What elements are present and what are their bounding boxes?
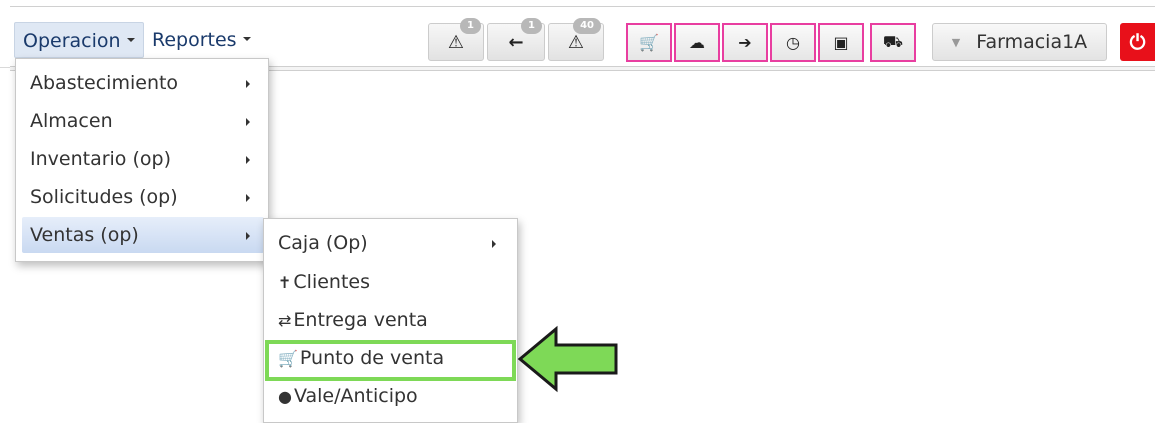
menu-item-label: Ventas (op) [30, 224, 139, 246]
nav-operacion-label: Operacion [23, 30, 121, 52]
safe-icon: ▣ [833, 33, 849, 52]
menu-item-inventario[interactable]: Inventario (op) [22, 141, 264, 177]
safe-button[interactable]: ▣ [818, 23, 864, 62]
highlight-box [265, 340, 516, 381]
clock-icon: ◷ [786, 33, 800, 52]
exchange-icon: ⇄ [278, 311, 292, 330]
menu-item-ventas[interactable]: Ventas (op) [22, 217, 264, 253]
chevron-right-icon [246, 232, 250, 240]
user-icon: ✝ [278, 273, 292, 292]
warning-icon: ⚠ [447, 31, 465, 53]
power-icon: ⏻ [1129, 30, 1146, 54]
menu-item-label: Solicitudes (op) [30, 186, 178, 208]
nav-reportes-label: Reportes [152, 29, 237, 51]
return-button[interactable]: ← 1 [487, 18, 545, 61]
submenu-item-caja[interactable]: Caja (Op) [270, 225, 510, 261]
chevron-right-icon [246, 194, 250, 202]
menu-item-label: Entrega venta [293, 309, 428, 331]
warning-count-badge: 40 [573, 18, 601, 34]
warning-icon: ⚠ [567, 31, 585, 53]
submenu-item-clientes[interactable]: ✝ Clientes [270, 264, 510, 300]
menu-item-solicitudes[interactable]: Solicitudes (op) [22, 179, 264, 215]
ventas-submenu: Caja (Op) ✝ Clientes ⇄ Entrega venta 🛒 Punt… [263, 218, 518, 423]
chevron-right-icon [246, 80, 250, 88]
car-icon: ⛟ [882, 32, 904, 51]
menu-item-label: Caja (Op) [278, 232, 368, 254]
chevron-right-icon [492, 240, 496, 248]
chevron-down-icon [126, 37, 135, 42]
cloud-upload-button[interactable]: ☁ [674, 23, 720, 62]
cart-button[interactable]: 🛒 [626, 23, 672, 62]
menu-item-label: Abastecimiento [30, 72, 179, 94]
operacion-menu: Abastecimiento Almacen Inventario (op) S… [15, 58, 269, 262]
chevron-right-icon [246, 156, 250, 164]
chevron-right-icon [246, 118, 250, 126]
submenu-item-vale-anticipo[interactable]: ● Vale/Anticipo [270, 378, 510, 414]
alert-button[interactable]: ⚠ 1 [428, 18, 484, 61]
cloud-upload-icon: ☁ [689, 33, 705, 52]
submenu-item-entrega-venta[interactable]: ⇄ Entrega venta [270, 302, 510, 338]
menu-item-label: Almacen [30, 110, 113, 132]
menu-item-almacen[interactable]: Almacen [22, 103, 264, 139]
power-button[interactable]: ⏻ [1120, 23, 1155, 61]
shopping-cart-icon: 🛒 [639, 33, 659, 52]
chevron-down-icon [242, 36, 251, 41]
chevron-down-icon: ▼ [951, 35, 961, 49]
circle-icon: ● [278, 387, 292, 406]
clock-button[interactable]: ◷ [770, 23, 816, 62]
sign-in-button[interactable]: ➔ [722, 23, 768, 62]
store-selector[interactable]: ▼ Farmacia1A [932, 23, 1107, 61]
store-label: Farmacia1A [976, 31, 1088, 53]
top-rule [10, 6, 1155, 8]
nav-reportes[interactable]: Reportes [144, 22, 259, 58]
nav-operacion[interactable]: Operacion [14, 22, 144, 58]
car-button[interactable]: ⛟ [870, 23, 916, 62]
menu-item-label: Clientes [293, 271, 370, 293]
menu-item-label: Inventario (op) [30, 148, 171, 170]
alert-count-badge: 1 [460, 18, 481, 34]
menu-item-label: Vale/Anticipo [293, 385, 418, 407]
menu-item-abastecimiento[interactable]: Abastecimiento [22, 65, 264, 101]
return-count-badge: 1 [521, 18, 542, 34]
warning-button[interactable]: ⚠ 40 [548, 18, 604, 61]
sign-in-icon: ➔ [738, 33, 752, 52]
pointer-arrow-icon [517, 325, 618, 393]
arrow-left-icon: ← [508, 31, 524, 53]
